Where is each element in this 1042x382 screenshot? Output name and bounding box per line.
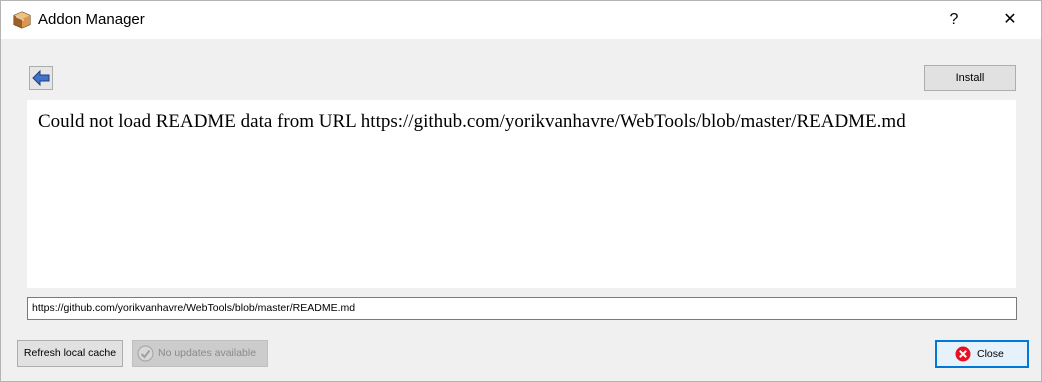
no-updates-button: No updates available (132, 340, 268, 367)
help-button[interactable]: ? (931, 1, 977, 39)
no-updates-label: No updates available (158, 347, 257, 359)
install-button[interactable]: Install (924, 65, 1016, 91)
back-arrow-icon (32, 70, 50, 86)
window-title: Addon Manager (38, 11, 145, 28)
refresh-local-cache-button[interactable]: Refresh local cache (17, 340, 123, 367)
close-button[interactable]: Close (935, 340, 1029, 368)
close-circle-icon (955, 346, 971, 371)
readme-view: Could not load README data from URL http… (27, 100, 1016, 288)
checkmark-icon (137, 345, 154, 372)
addon-manager-window: Addon Manager ? ✕ Install Could not load… (0, 0, 1042, 382)
back-button[interactable] (29, 66, 53, 90)
window-close-button[interactable]: ✕ (987, 1, 1033, 39)
readme-error-message: Could not load README data from URL http… (38, 111, 906, 132)
url-field[interactable]: https://github.com/yorikvanhavre/WebTool… (27, 297, 1017, 320)
close-label: Close (977, 348, 1004, 360)
title-bar: Addon Manager ? ✕ (1, 1, 1041, 39)
addon-box-icon (13, 11, 31, 29)
